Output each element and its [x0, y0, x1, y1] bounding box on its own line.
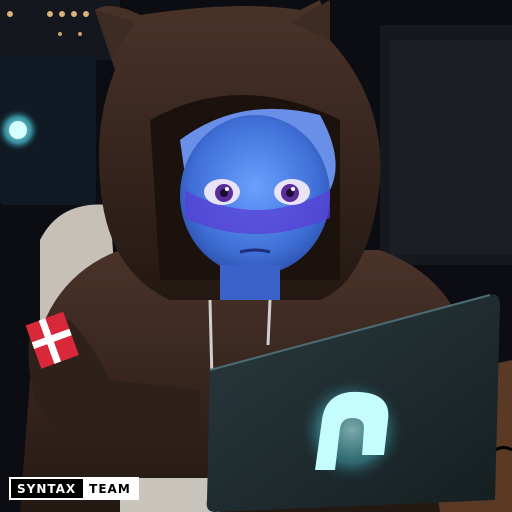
- monitor-light: [9, 121, 27, 139]
- neck: [220, 265, 280, 300]
- watermark-word-dark: SYNTAX: [11, 479, 84, 498]
- watermark-word-light: TEAM: [83, 479, 137, 498]
- watermark-logo: SYNTAX TEAM: [9, 477, 139, 500]
- illustration: SYNTAX TEAM: [0, 0, 512, 512]
- laptop-logo-glow: [297, 375, 407, 485]
- drawstring-right: [266, 299, 272, 346]
- drawstring-left: [208, 299, 214, 381]
- artwork: [0, 0, 512, 512]
